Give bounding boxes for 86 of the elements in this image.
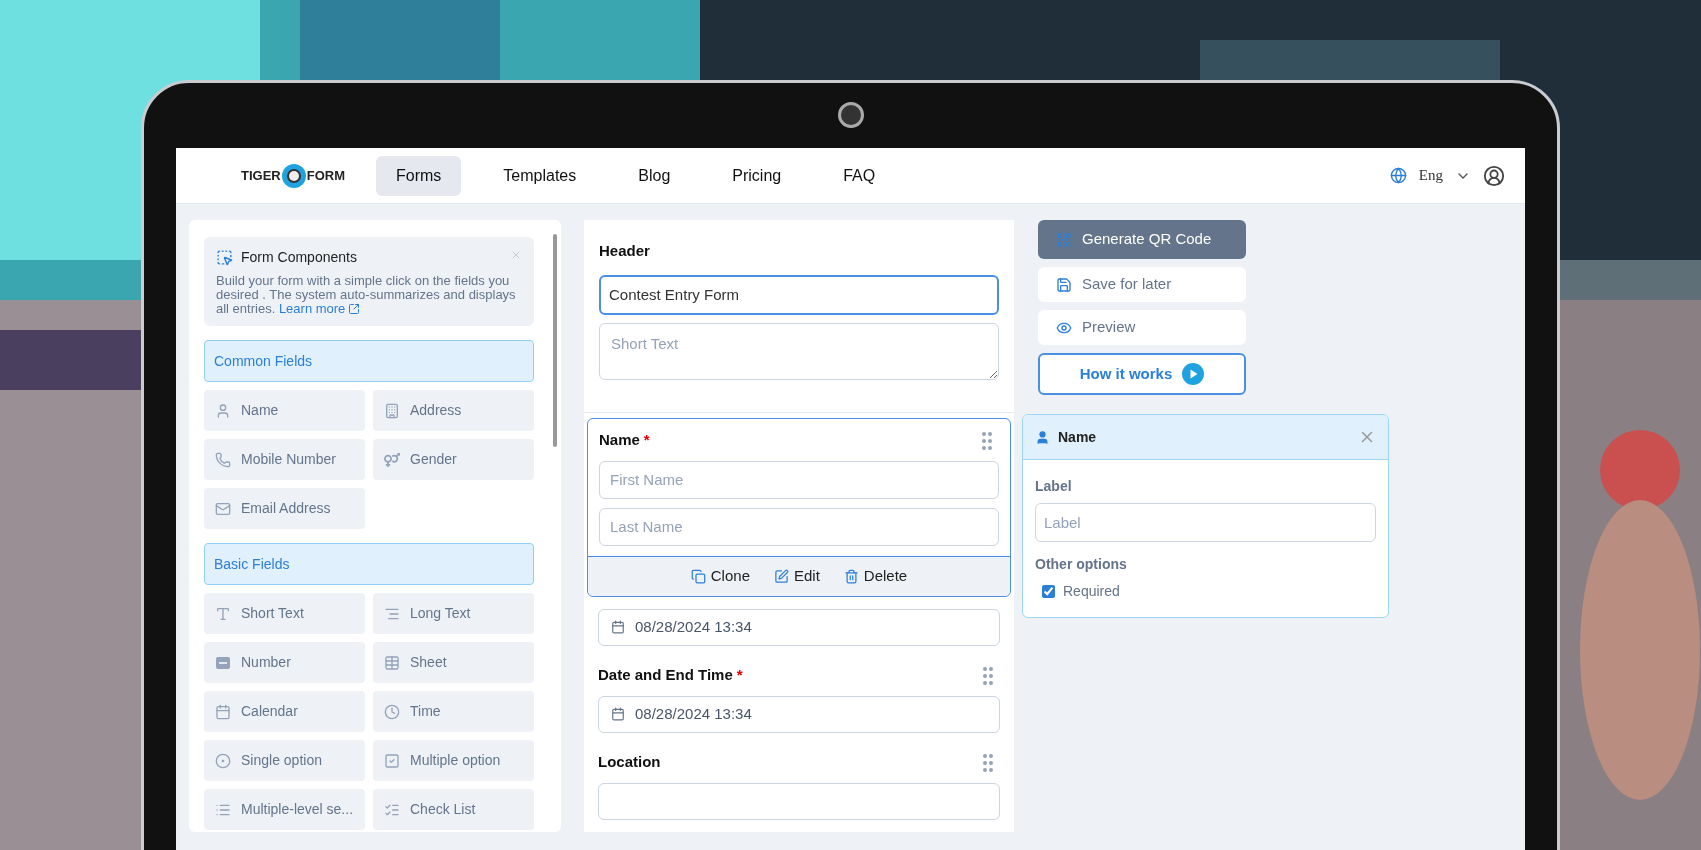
pencil-icon — [774, 568, 789, 584]
label-heading: Label — [1035, 477, 1073, 496]
field-action-button[interactable]: Clone — [690, 564, 750, 588]
component-item[interactable]: Multiple option — [373, 740, 534, 781]
language-label[interactable]: Eng — [1418, 164, 1443, 187]
number-icon — [215, 654, 231, 671]
component-item[interactable]: Multiple-level se... — [204, 789, 365, 830]
avatar-icon[interactable] — [1483, 164, 1505, 187]
panel-description: Build your form with a simple click on the fields you desired . The system auto-summarizes and displays all entries. Learn more — [216, 274, 517, 316]
options-heading: Other options — [1035, 555, 1128, 574]
component-item[interactable]: Check List — [373, 789, 534, 830]
logo-text: FORM — [306, 166, 345, 185]
checkbox-icon — [384, 752, 400, 769]
field-action-button[interactable]: Edit — [774, 564, 820, 588]
component-item[interactable]: Single option — [204, 740, 365, 781]
person-icon — [1035, 429, 1050, 445]
component-item[interactable]: Calendar — [204, 691, 365, 732]
location-field[interactable] — [598, 782, 1000, 820]
nav-tab[interactable]: Pricing — [712, 155, 802, 196]
component-item[interactable]: Long Text — [373, 593, 534, 634]
building-icon — [384, 402, 400, 419]
action-button[interactable]: Preview — [1038, 310, 1246, 345]
group-header[interactable]: Basic Fields — [204, 543, 534, 585]
component-item[interactable]: Number — [204, 642, 365, 683]
field-label: Location — [598, 752, 661, 773]
calendar-icon — [611, 620, 625, 634]
component-item[interactable]: Gender — [373, 439, 534, 480]
person-icon — [215, 402, 231, 419]
component-item[interactable]: Mobile Number — [204, 439, 365, 480]
component-item[interactable]: Sheet — [373, 642, 534, 683]
component-item[interactable]: Short Text — [204, 593, 365, 634]
qr-code-icon — [1056, 231, 1072, 248]
gender-icon — [384, 451, 400, 468]
panel-title: Form Components — [241, 248, 357, 267]
required-mark: * — [643, 431, 650, 449]
action-button[interactable]: How it works — [1038, 353, 1246, 395]
globe-icon[interactable] — [1389, 167, 1407, 184]
header-title-field[interactable]: Contest Entry Form — [599, 274, 999, 315]
field-label: Name * — [599, 430, 650, 451]
action-button[interactable]: Save for later — [1038, 267, 1246, 302]
date-field[interactable]: 08/28/2024 13:34 — [598, 608, 1000, 646]
learn-more-link[interactable]: Learn more — [278, 302, 361, 316]
tiger-logo-icon — [280, 162, 307, 189]
text-field[interactable]: First Name — [599, 460, 999, 499]
field-label: Date and End Time * — [598, 665, 743, 686]
form-field[interactable]: Date and End Time * 08/28/2024 13:34 — [587, 657, 1011, 739]
cursor-icon — [216, 249, 233, 266]
panel-title: Name — [1058, 427, 1097, 447]
radio-icon — [215, 752, 231, 769]
component-item[interactable]: Email Address — [204, 488, 365, 529]
close-icon[interactable] — [510, 249, 522, 261]
group-header[interactable]: Common Fields — [204, 340, 534, 382]
component-item[interactable]: Time — [373, 691, 534, 732]
checkbox-label: Required — [1063, 582, 1120, 601]
calendar-icon — [611, 707, 625, 721]
clock-icon — [384, 703, 400, 720]
calendar-icon — [215, 703, 231, 720]
nav-tab[interactable]: Blog — [618, 155, 691, 196]
text-icon — [215, 605, 231, 622]
envelope-icon — [215, 500, 231, 517]
phone-icon — [215, 451, 231, 468]
header-label: Header — [599, 241, 651, 261]
copy-icon — [690, 568, 706, 584]
field-action-button[interactable]: Delete — [843, 564, 908, 588]
required-mark: * — [736, 666, 743, 684]
logo-text: TIGER — [241, 166, 281, 185]
label-field[interactable]: Label — [1035, 503, 1376, 542]
action-button[interactable]: Generate QR Code — [1038, 220, 1246, 259]
scrollbar-thumb[interactable] — [553, 234, 557, 447]
component-item[interactable]: Name — [204, 390, 365, 431]
play-icon — [1182, 363, 1205, 385]
nav-tab[interactable]: FAQ — [823, 155, 896, 196]
component-item[interactable]: Address — [373, 390, 534, 431]
external-link-icon — [348, 303, 361, 315]
date-field[interactable]: 08/28/2024 13:34 — [598, 695, 1000, 733]
nav-tab[interactable]: Forms — [376, 155, 462, 196]
camera-icon — [837, 102, 864, 128]
nav-tab[interactable]: Templates — [483, 155, 597, 196]
table-icon — [384, 654, 400, 671]
selected-field-card[interactable]: Name * First Name Last Name Clone Edit Delete — [587, 417, 1011, 597]
form-field[interactable]: 08/28/2024 13:34 — [587, 602, 1011, 652]
trash-icon — [843, 568, 859, 584]
form-field[interactable]: Location — [587, 744, 1011, 826]
text-field[interactable]: Last Name — [599, 507, 999, 546]
description-field[interactable]: Short Text — [599, 322, 999, 380]
required-checkbox[interactable] — [1042, 585, 1055, 598]
